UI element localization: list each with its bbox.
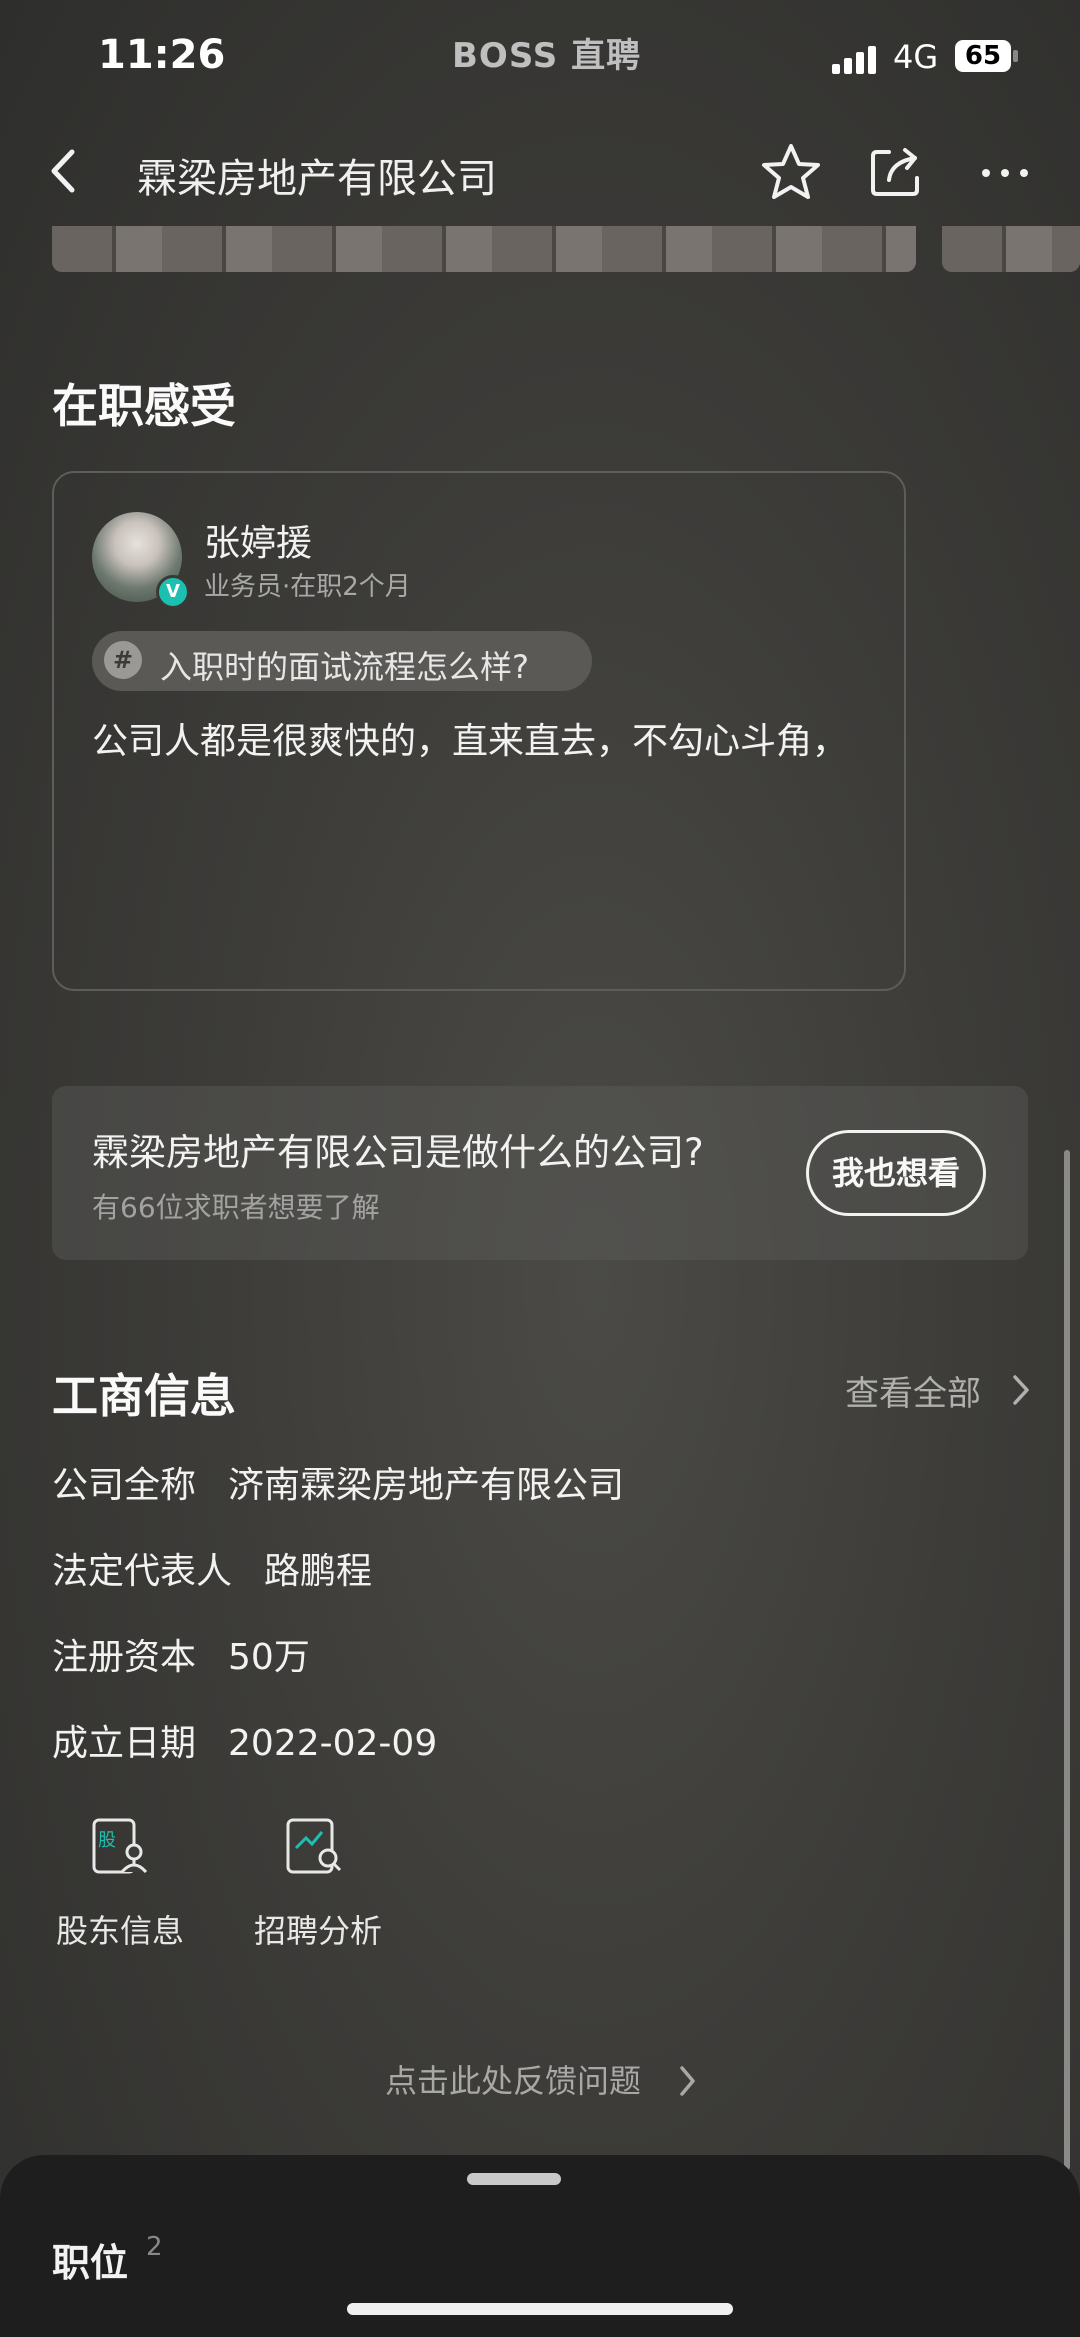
review-text: 公司人都是很爽快的，直来直去，不勾心斗角， [92, 721, 849, 762]
back-icon[interactable] [44, 146, 84, 196]
info-value: 2022-02-09 [228, 1723, 438, 1764]
battery-tip [1013, 50, 1018, 62]
more-icon[interactable] [980, 160, 1030, 186]
info-value: 济南霖梁房地产有限公司 [228, 1465, 625, 1506]
info-value: 路鹏程 [264, 1551, 373, 1592]
signal-icon [832, 44, 880, 74]
jobs-count: 2 [146, 2232, 163, 2262]
shareholder-icon: 股 [92, 1818, 148, 1874]
jobs-title: 职位 [52, 2241, 129, 2285]
shareholder-icon-glyph: 股 [98, 1830, 116, 1851]
info-label: 法定代表人 [52, 1551, 233, 1592]
battery-icon: 65 [955, 40, 1011, 72]
verified-badge-icon: V [156, 575, 190, 609]
info-row: 注册资本 50万 [52, 1628, 310, 1680]
scrollbar[interactable] [1064, 1150, 1070, 2170]
feedback-link[interactable]: 点击此处反馈问题 [385, 2056, 641, 2102]
topic-tag-label: 入职时的面试流程怎么样? [160, 648, 529, 686]
want-to-see-button[interactable]: 我也想看 [806, 1130, 986, 1216]
info-row: 公司全称 济南霖梁房地产有限公司 [52, 1456, 624, 1508]
network-label: 4G [893, 38, 939, 76]
question-subtitle: 有66位求职者想要了解 [92, 1191, 380, 1224]
star-icon[interactable] [760, 142, 822, 202]
company-photo[interactable] [52, 226, 916, 272]
share-icon[interactable] [867, 144, 923, 200]
page-title: 霖梁房地产有限公司 [137, 156, 497, 202]
company-photo[interactable] [942, 226, 1080, 272]
status-app-name: BOSS 直聘 [452, 36, 642, 76]
info-row: 法定代表人 路鹏程 [52, 1542, 372, 1594]
hashtag-icon: # [104, 641, 142, 679]
section-title-business: 工商信息 [52, 1369, 236, 1423]
chevron-right-icon[interactable] [678, 2064, 698, 2098]
info-label: 成立日期 [52, 1723, 197, 1764]
recruit-analysis-button[interactable]: 招聘分析 [250, 1816, 390, 1966]
info-row: 成立日期 2022-02-09 [52, 1714, 437, 1766]
view-all-link[interactable]: 查看全部 [845, 1366, 981, 1415]
home-indicator[interactable] [347, 2303, 733, 2315]
reviewer-role: 业务员·在职2个月 [204, 572, 411, 602]
section-title-reviews: 在职感受 [52, 379, 236, 433]
reviewer-name: 张婷援 [204, 523, 313, 564]
info-label: 公司全称 [52, 1465, 197, 1506]
tool-label: 招聘分析 [254, 1912, 383, 1950]
chevron-right-icon[interactable] [1010, 1372, 1032, 1408]
info-label: 注册资本 [52, 1637, 197, 1678]
question-title: 霖梁房地产有限公司是做什么的公司? [92, 1131, 704, 1174]
status-time: 11:26 [98, 32, 226, 78]
sheet-drag-handle[interactable] [467, 2173, 561, 2185]
info-value: 50万 [228, 1637, 310, 1678]
tool-label: 股东信息 [56, 1912, 185, 1950]
recruit-analysis-icon [286, 1818, 342, 1874]
shareholder-info-button[interactable]: 股 股东信息 [52, 1816, 192, 1966]
